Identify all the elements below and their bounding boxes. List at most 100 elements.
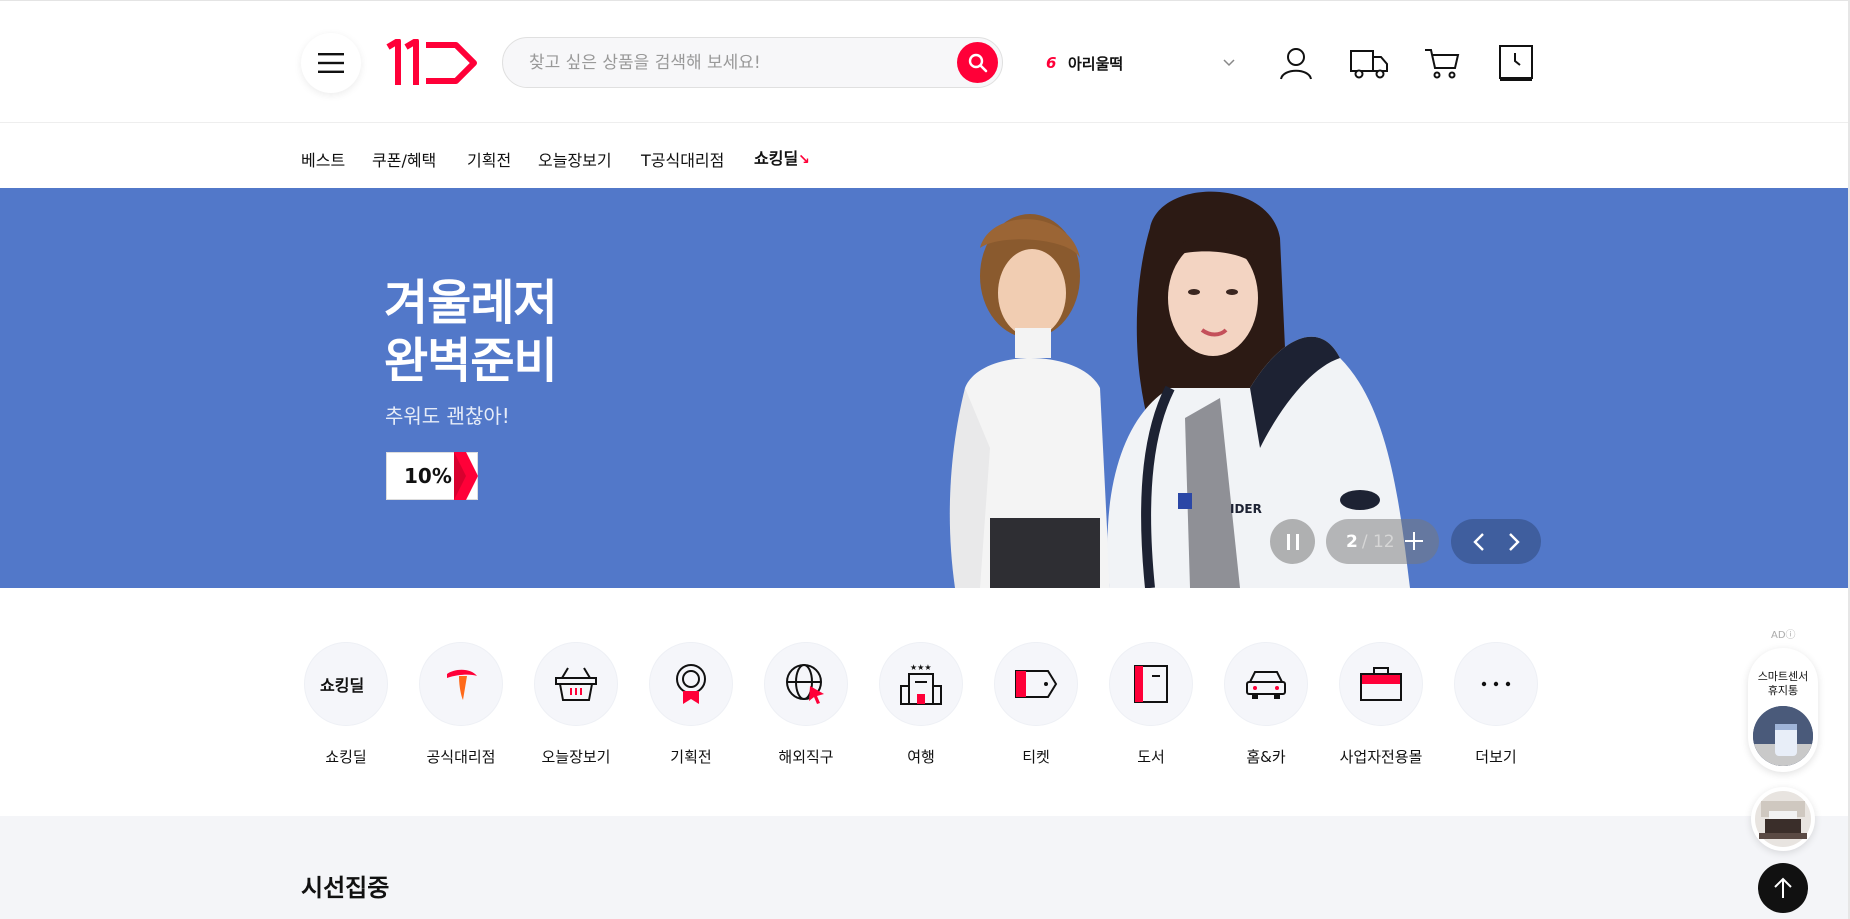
t-logo-icon: [447, 669, 477, 700]
category-icon-wrap: [534, 642, 618, 726]
user-icon: [1280, 48, 1312, 80]
category-icon-wrap: [1454, 642, 1538, 726]
category-icon-wrap: [1224, 642, 1308, 726]
truck-icon: [1350, 50, 1388, 79]
category-icon-wrap: [994, 642, 1078, 726]
category-travel[interactable]: ★★★ 여행: [863, 642, 979, 767]
badge-arrow-icon: [454, 452, 478, 500]
search-icon: [968, 53, 987, 72]
more-icon: [1481, 681, 1511, 687]
slide-counter: 2 / 12: [1326, 519, 1439, 564]
pause-button[interactable]: [1270, 519, 1315, 564]
side-recent-item[interactable]: [1751, 787, 1815, 851]
category-overseas[interactable]: 해외직구: [748, 642, 864, 767]
svg-text:★★★: ★★★: [910, 663, 932, 672]
hero-title-line1: 겨울레저: [384, 275, 558, 331]
category-icon-wrap: [1109, 642, 1193, 726]
info-icon[interactable]: ⓘ: [1786, 630, 1796, 641]
car-icon: [1246, 671, 1286, 699]
hero-subtitle: 추워도 괜찮아!: [385, 404, 510, 428]
trending-rank: 6: [1046, 54, 1057, 72]
eleven-street-logo[interactable]: [384, 39, 480, 87]
category-icon-wrap: [1339, 642, 1423, 726]
discount-badge[interactable]: 10%: [386, 452, 478, 500]
nav-t-official[interactable]: T공식대리점: [641, 147, 724, 171]
cart-button[interactable]: [1420, 41, 1464, 85]
hero-title-line2: 완벽준비: [384, 333, 558, 389]
discount-badge-text: 10%: [404, 464, 452, 488]
side-ad-line2: 휴지통: [1767, 684, 1799, 697]
category-label: 쇼킹딜: [325, 748, 367, 766]
my-page-button[interactable]: [1274, 41, 1318, 85]
prev-slide-button[interactable]: [1467, 530, 1491, 554]
category-icon-wrap: [419, 642, 503, 726]
nav-shocking-deal[interactable]: 쇼킹딜↘: [754, 145, 810, 169]
nav-exhibition[interactable]: 기획전: [467, 147, 511, 171]
pause-icon: [1286, 533, 1299, 550]
category-label: 도서: [1137, 748, 1165, 766]
featured-section: 시선집중: [0, 816, 1848, 919]
category-home-car[interactable]: 홈&카: [1208, 642, 1324, 767]
trending-text: 아리울떡: [1068, 54, 1124, 73]
category-official-agency[interactable]: 공식대리점: [403, 642, 519, 767]
category-grocery[interactable]: 오늘장보기: [518, 642, 634, 767]
category-business-mall[interactable]: 사업자전용몰: [1323, 642, 1439, 767]
nav-coupon[interactable]: 쿠폰/혜택: [372, 147, 436, 171]
cart-icon: [1425, 49, 1460, 79]
plus-icon[interactable]: [1403, 530, 1425, 552]
ticket-icon: [1015, 670, 1058, 698]
side-ad-image: [1753, 706, 1813, 766]
recent-view-button[interactable]: [1494, 41, 1538, 85]
menu-button[interactable]: [301, 33, 361, 93]
main-nav: 베스트 쿠폰/혜택 기획전 오늘장보기 T공식대리점 쇼킹딜↘: [0, 122, 1848, 188]
briefcase-icon: [1360, 667, 1402, 701]
hero-title: 겨울레저 완벽준비: [384, 274, 558, 390]
svg-text:쇼킹딜: 쇼킹딜: [320, 676, 364, 695]
nav-grocery[interactable]: 오늘장보기: [538, 147, 612, 171]
category-books[interactable]: 도서: [1093, 642, 1209, 767]
category-icon-wrap: [764, 642, 848, 726]
recent-icon: [1499, 45, 1533, 81]
shocking-deal-logo: 쇼킹딜: [320, 676, 364, 695]
recent-product-image: [1755, 791, 1811, 847]
book-icon: [1134, 665, 1168, 703]
category-label: 해외직구: [778, 748, 834, 766]
hotel-icon: ★★★: [900, 663, 942, 705]
category-shocking-deal[interactable]: 쇼킹딜 쇼킹딜: [288, 642, 404, 767]
side-ad-line1: 스마트센서: [1757, 670, 1809, 683]
side-ad-card[interactable]: 스마트센서 휴지통: [1748, 648, 1818, 772]
category-icon-wrap: 쇼킹딜: [304, 642, 388, 726]
svg-text:IDER: IDER: [1230, 502, 1262, 516]
search-bar: [502, 37, 1003, 88]
category-more[interactable]: 더보기: [1438, 642, 1554, 767]
category-icon-wrap: [649, 642, 733, 726]
search-input[interactable]: [529, 50, 929, 76]
scroll-top-button[interactable]: [1758, 863, 1808, 913]
category-shortcuts: 쇼킹딜 쇼킹딜 공식대리점 오늘장보기 기획전 해외직구 ★★★ 여행 티켓 도…: [0, 588, 1848, 816]
slide-current: 2: [1346, 531, 1358, 552]
nav-best[interactable]: 베스트: [301, 147, 345, 171]
basket-icon: [555, 667, 597, 701]
chevron-right-icon: [1508, 532, 1520, 551]
header: 6 아리울떡: [0, 0, 1848, 122]
page: 6 아리울떡: [0, 0, 1850, 919]
category-label: 사업자전용몰: [1339, 748, 1423, 766]
delivery-button[interactable]: [1347, 41, 1391, 85]
category-exhibition[interactable]: 기획전: [633, 642, 749, 767]
shocking-deal-label: 쇼킹딜: [754, 149, 799, 168]
search-button[interactable]: [957, 42, 998, 83]
category-label: 홈&카: [1246, 748, 1286, 766]
category-ticket[interactable]: 티켓: [978, 642, 1094, 767]
ad-label: ADⓘ: [1771, 626, 1796, 641]
category-label: 여행: [907, 748, 935, 766]
slide-total: / 12: [1361, 531, 1395, 552]
globe-icon: [786, 664, 824, 704]
category-label: 오늘장보기: [541, 748, 611, 766]
slide-arrows: [1451, 519, 1541, 564]
side-ad-title: 스마트센서 휴지통: [1748, 670, 1818, 698]
next-slide-button[interactable]: [1502, 530, 1526, 554]
trending-keyword[interactable]: 6 아리울떡: [1046, 51, 1236, 75]
ad-text: AD: [1771, 630, 1786, 641]
hero-banner[interactable]: 겨울레저 완벽준비 추워도 괜찮아! 10% IDER 2 / 12: [0, 188, 1848, 588]
chevron-down-icon[interactable]: [1222, 55, 1236, 69]
